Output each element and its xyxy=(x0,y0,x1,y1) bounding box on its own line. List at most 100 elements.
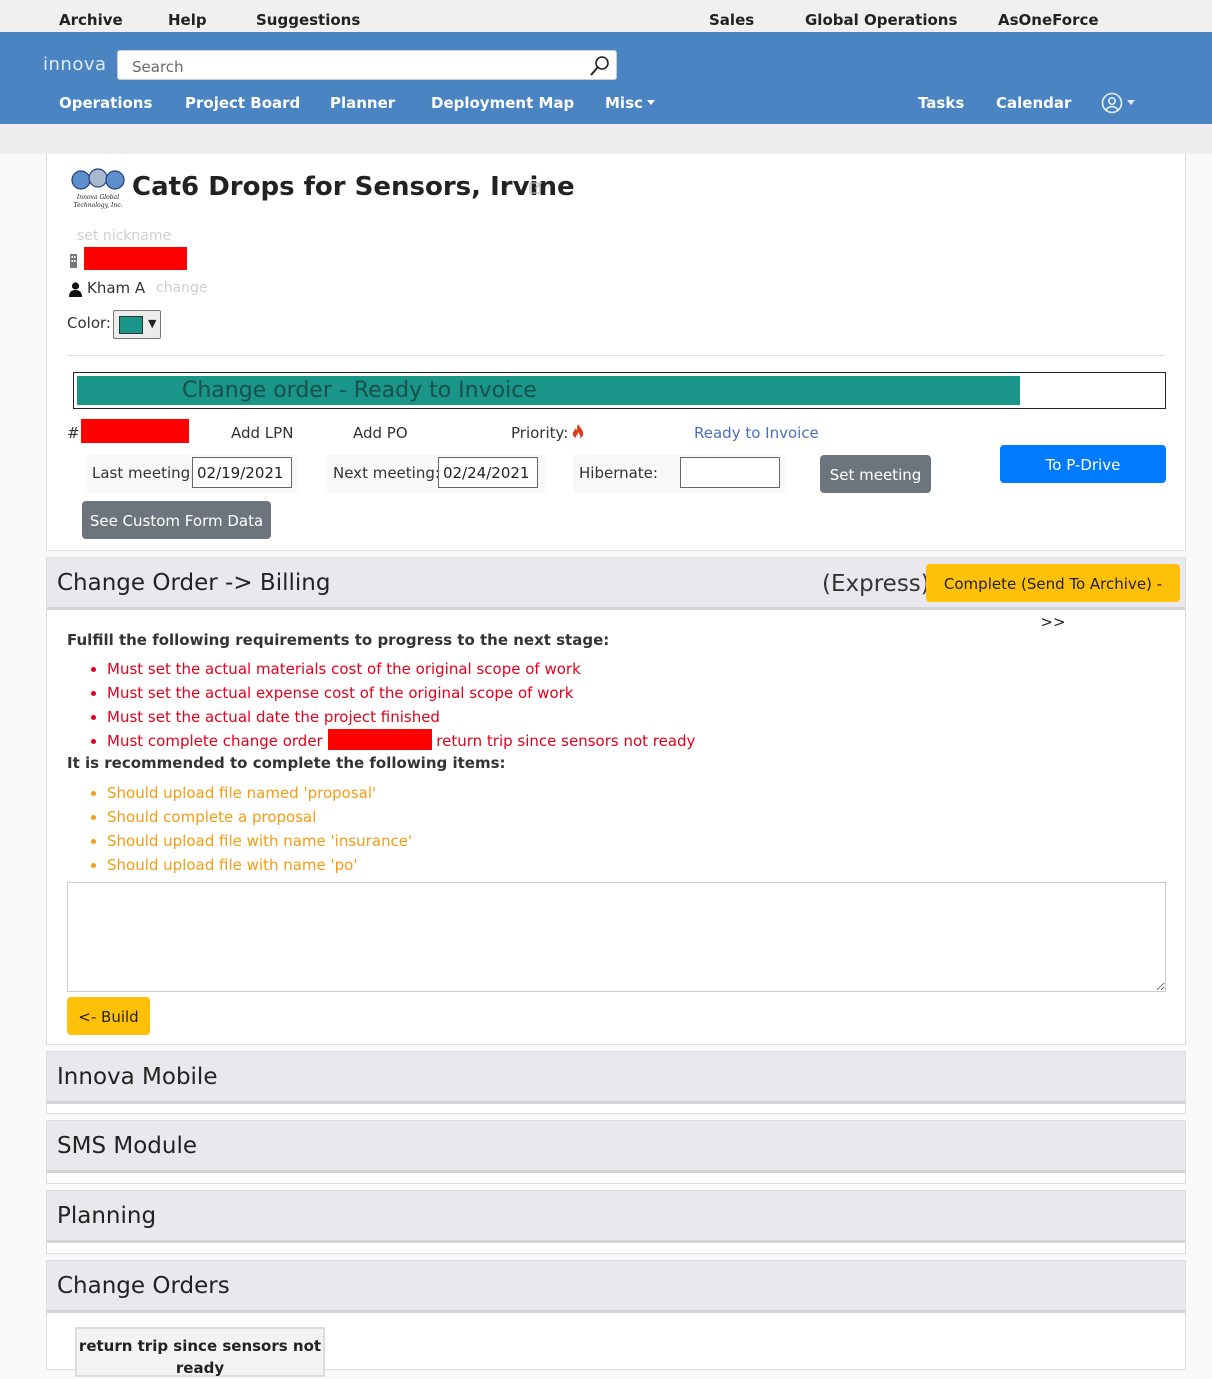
requirement-item: Must set the actual date the project fin… xyxy=(107,705,695,729)
nav-operations[interactable]: Operations xyxy=(59,94,152,112)
hibernate-input[interactable] xyxy=(680,457,780,488)
billing-section: Change Order -> Billing (Express) Comple… xyxy=(46,557,1186,1045)
archive-link[interactable]: Archive xyxy=(59,11,123,29)
nav-misc[interactable]: Misc xyxy=(605,94,655,112)
innova-mobile-header[interactable]: Innova Mobile xyxy=(47,1052,1185,1104)
change-orders-section: Change Orders return trip since sensors … xyxy=(46,1260,1186,1377)
notes-textarea[interactable] xyxy=(67,882,1166,992)
requirements-title: Fulfill the following requirements to pr… xyxy=(67,631,610,649)
to-pdrive-button[interactable]: To P-Drive xyxy=(1000,445,1166,483)
logo-line1: Innova Global xyxy=(76,194,119,201)
company-logo: Innova Global Technology, Inc. xyxy=(67,164,129,220)
change-order-card[interactable]: return trip since sensors not ready xyxy=(75,1327,325,1377)
requirement-item: Must complete change order return trip s… xyxy=(107,729,695,753)
change-order-req-prefix: Must complete change order xyxy=(107,732,323,750)
ready-to-invoice-link[interactable]: Ready to Invoice xyxy=(694,424,819,442)
requirement-item: Must set the actual materials cost of th… xyxy=(107,657,695,681)
priority-label: Priority: xyxy=(511,424,569,442)
hibernate-label: Hibernate: xyxy=(579,464,658,482)
last-meeting-input[interactable] xyxy=(192,457,292,488)
suggestions-link[interactable]: Suggestions xyxy=(256,11,360,29)
user-circle-icon xyxy=(1101,92,1123,114)
project-card: Innova Global Technology, Inc. Cat6 Drop… xyxy=(46,154,1186,551)
nav-planner[interactable]: Planner xyxy=(330,94,395,112)
redacted-client xyxy=(84,247,187,270)
planning-section[interactable]: Planning xyxy=(46,1190,1186,1254)
set-nickname-link[interactable]: set nickname xyxy=(77,228,171,244)
color-label: Color: xyxy=(67,314,111,332)
header-spacer xyxy=(0,124,1212,154)
chevron-down-icon xyxy=(646,100,655,105)
recommended-list: Should upload file named 'proposal' Shou… xyxy=(87,781,412,877)
search-box[interactable] xyxy=(117,50,617,80)
recommended-item: Should upload file with name 'po' xyxy=(107,853,412,877)
complete-button[interactable]: Complete (Send To Archive) ->> xyxy=(926,564,1180,631)
status-bar-fill: Change order - Ready to Invoice xyxy=(77,376,1020,405)
next-meeting-label: Next meeting: xyxy=(333,464,440,482)
nav-calendar[interactable]: Calendar xyxy=(996,94,1071,112)
billing-header: Change Order -> Billing (Express) Comple… xyxy=(47,558,1185,631)
billing-heading: Change Order -> Billing xyxy=(57,570,331,596)
last-meeting-group: Last meeting: xyxy=(87,455,297,493)
planning-heading: Planning xyxy=(57,1203,157,1229)
requirement-item: Must set the actual expense cost of the … xyxy=(107,681,695,705)
edit-icon[interactable] xyxy=(529,179,543,198)
user-menu[interactable] xyxy=(1101,92,1135,114)
divider xyxy=(67,355,1165,356)
next-meeting-input[interactable] xyxy=(438,457,538,488)
nav-deployment-map[interactable]: Deployment Map xyxy=(431,94,574,112)
redacted-change-order xyxy=(327,729,432,750)
global-operations-link[interactable]: Global Operations xyxy=(805,11,957,29)
building-icon xyxy=(69,252,79,272)
nav-tasks[interactable]: Tasks xyxy=(918,94,964,112)
fire-icon[interactable] xyxy=(571,423,585,445)
chevron-down-icon xyxy=(1127,99,1135,105)
user-icon xyxy=(69,282,82,301)
express-label: (Express) xyxy=(822,571,930,597)
planning-header[interactable]: Planning xyxy=(47,1191,1185,1243)
innova-mobile-section[interactable]: Innova Mobile xyxy=(46,1051,1186,1114)
sms-module-header[interactable]: SMS Module xyxy=(47,1121,1185,1173)
top-links-bar: Archive Help Suggestions Sales Global Op… xyxy=(0,0,1212,32)
change-order-req-suffix[interactable]: return trip since sensors not ready xyxy=(436,732,695,750)
color-swatch xyxy=(119,316,143,334)
recommended-title: It is recommended to complete the follow… xyxy=(67,754,506,772)
status-label: Change order - Ready to Invoice xyxy=(182,378,537,403)
help-link[interactable]: Help xyxy=(168,11,207,29)
hibernate-group: Hibernate: xyxy=(573,455,785,493)
owner-name: Kham A xyxy=(87,279,146,297)
change-order-title-line2: ready xyxy=(175,1359,225,1377)
color-picker[interactable]: ▼ xyxy=(113,310,161,339)
change-orders-heading: Change Orders xyxy=(57,1273,230,1299)
requirements-list: Must set the actual materials cost of th… xyxy=(87,657,695,753)
custom-form-button[interactable]: See Custom Form Data xyxy=(82,501,271,539)
main-header: innova Operations Project Board Planner … xyxy=(0,32,1212,124)
last-meeting-label: Last meeting: xyxy=(92,464,196,482)
add-lpn-link[interactable]: Add LPN xyxy=(231,424,293,442)
add-po-link[interactable]: Add PO xyxy=(353,424,408,442)
innova-mobile-heading: Innova Mobile xyxy=(57,1064,218,1090)
dropdown-arrow-icon: ▼ xyxy=(148,317,157,330)
set-meeting-button[interactable]: Set meeting xyxy=(820,455,931,493)
brand-logo[interactable]: innova xyxy=(43,54,107,75)
back-to-build-button[interactable]: <- Build xyxy=(67,997,150,1035)
search-input[interactable] xyxy=(130,57,570,77)
asoneforce-link[interactable]: AsOneForce xyxy=(998,11,1099,29)
search-icon[interactable] xyxy=(588,54,612,82)
redacted-number xyxy=(81,419,189,443)
sales-link[interactable]: Sales xyxy=(709,11,754,29)
number-label: # xyxy=(67,424,80,442)
recommended-item: Should upload file named 'proposal' xyxy=(107,781,412,805)
sms-module-heading: SMS Module xyxy=(57,1133,197,1159)
recommended-item: Should complete a proposal xyxy=(107,805,412,829)
nav-misc-label: Misc xyxy=(605,94,643,112)
recommended-item: Should upload file with name 'insurance' xyxy=(107,829,412,853)
nav-project-board[interactable]: Project Board xyxy=(185,94,300,112)
logo-line2: Technology, Inc. xyxy=(73,202,122,209)
change-order-title-line1: return trip since sensors not xyxy=(78,1337,322,1355)
next-meeting-group: Next meeting: xyxy=(327,455,545,493)
owner-change-link[interactable]: change xyxy=(156,280,208,296)
project-title: Cat6 Drops for Sensors, Irvine xyxy=(132,172,575,202)
sms-module-section[interactable]: SMS Module xyxy=(46,1120,1186,1184)
change-orders-header[interactable]: Change Orders xyxy=(47,1261,1185,1313)
